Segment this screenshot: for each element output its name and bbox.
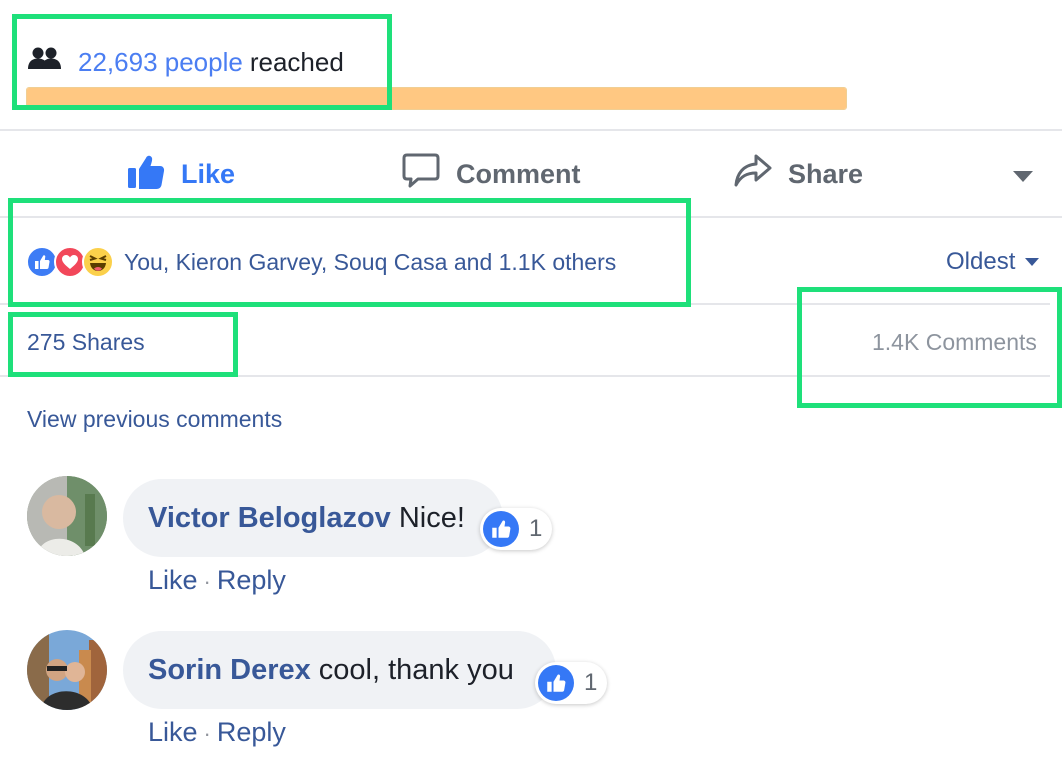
highlight-box-comments bbox=[797, 287, 1062, 408]
like-reaction-icon bbox=[483, 511, 519, 547]
comment-like-link[interactable]: Like bbox=[148, 717, 198, 747]
like-button[interactable]: Like bbox=[127, 150, 235, 198]
comment-actions: Like · Reply bbox=[148, 565, 286, 596]
comment-bubble: Sorin Derex cool, thank you bbox=[123, 631, 556, 709]
separator-dot: · bbox=[203, 569, 211, 594]
comment-like-link[interactable]: Like bbox=[148, 565, 198, 595]
comment-actions: Like · Reply bbox=[148, 717, 286, 748]
share-arrow-icon bbox=[734, 154, 788, 195]
comment-bubble: Victor Beloglazov Nice! bbox=[123, 479, 503, 557]
comment-text: cool, thank you bbox=[318, 653, 514, 686]
highlight-box-reactions bbox=[8, 198, 691, 307]
comment-reply-link[interactable]: Reply bbox=[217, 565, 286, 595]
share-button[interactable]: Share bbox=[734, 150, 863, 198]
divider bbox=[0, 129, 1062, 131]
comment-like-count-badge[interactable]: 1 bbox=[480, 508, 553, 550]
view-previous-comments-link[interactable]: View previous comments bbox=[27, 406, 282, 433]
sort-label: Oldest bbox=[946, 248, 1016, 275]
caret-down-icon bbox=[1013, 171, 1033, 182]
more-options-dropdown[interactable] bbox=[1013, 170, 1033, 188]
comment-reply-link[interactable]: Reply bbox=[217, 717, 286, 747]
avatar[interactable] bbox=[27, 476, 107, 556]
share-button-label: Share bbox=[788, 158, 864, 189]
comment-text: Nice! bbox=[398, 501, 465, 534]
like-reaction-icon bbox=[538, 665, 574, 701]
thumbs-up-icon bbox=[127, 152, 181, 197]
highlight-box-reach bbox=[12, 14, 392, 110]
like-button-label: Like bbox=[181, 158, 236, 189]
avatar[interactable] bbox=[27, 630, 107, 710]
separator-dot: · bbox=[203, 721, 211, 746]
comment-author-link[interactable]: Victor Beloglazov bbox=[148, 502, 391, 535]
comment-author-link[interactable]: Sorin Derex bbox=[148, 654, 311, 687]
comment-like-count-badge[interactable]: 1 bbox=[535, 662, 608, 704]
comment-button[interactable]: Comment bbox=[402, 150, 581, 198]
highlight-box-shares bbox=[8, 312, 238, 377]
comment-bubble-icon bbox=[402, 153, 456, 196]
comment-like-count: 1 bbox=[584, 669, 598, 696]
comment-sort-dropdown[interactable]: Oldest bbox=[946, 248, 1040, 276]
caret-down-icon bbox=[1025, 257, 1040, 266]
comment-button-label: Comment bbox=[456, 158, 581, 189]
comment-like-count: 1 bbox=[529, 515, 543, 542]
